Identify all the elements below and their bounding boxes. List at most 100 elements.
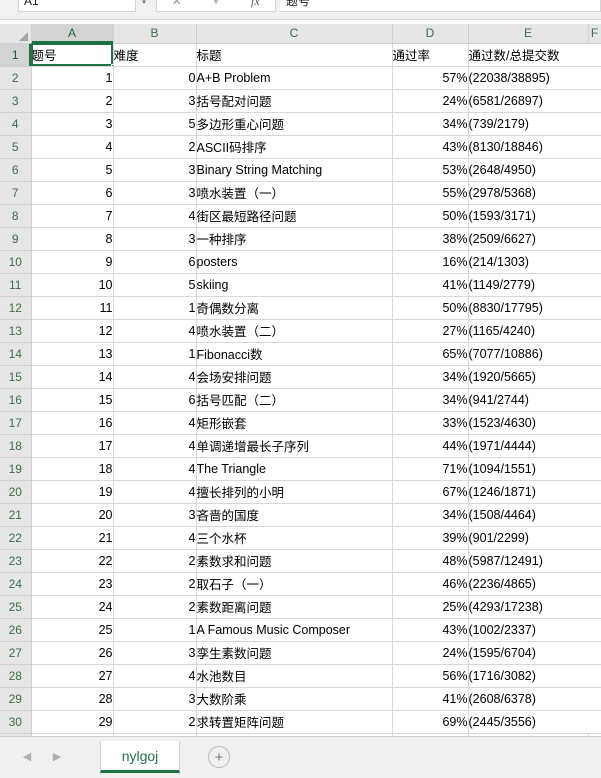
row-header-30[interactable]: 30: [0, 710, 32, 734]
cell-D10[interactable]: 16%: [392, 250, 469, 274]
row-header-18[interactable]: 18: [0, 434, 32, 458]
column-header-f[interactable]: F: [588, 24, 601, 44]
cell-C14[interactable]: Fibonacci数: [196, 342, 393, 366]
cell-C22[interactable]: 三个水杯: [196, 526, 393, 550]
cell-B26[interactable]: 1: [113, 618, 197, 642]
cell-E11[interactable]: (1149/2779): [468, 273, 588, 297]
cell-D16[interactable]: 34%: [392, 388, 469, 412]
cell-B16[interactable]: 6: [113, 388, 197, 412]
fill-handle[interactable]: [110, 63, 112, 65]
cell-B20[interactable]: 4: [113, 480, 197, 504]
cell-A15[interactable]: 14: [31, 365, 114, 389]
accept-formula-icon[interactable]: ▾: [196, 0, 235, 11]
row-header-23[interactable]: 23: [0, 549, 32, 573]
cell-B5[interactable]: 2: [113, 135, 197, 159]
cell-A19[interactable]: 18: [31, 457, 114, 481]
cell-B8[interactable]: 4: [113, 204, 197, 228]
cell-D22[interactable]: 39%: [392, 526, 469, 550]
cell-E3[interactable]: (6581/26897): [468, 89, 588, 113]
cancel-formula-icon[interactable]: ✕: [157, 0, 196, 11]
cell-D8[interactable]: 50%: [392, 204, 469, 228]
row-header-29[interactable]: 29: [0, 687, 32, 711]
cell-D6[interactable]: 53%: [392, 158, 469, 182]
cell-E13[interactable]: (1165/4240): [468, 319, 588, 343]
cell-B15[interactable]: 4: [113, 365, 197, 389]
cell-D12[interactable]: 50%: [392, 296, 469, 320]
cell-E14[interactable]: (7077/10886): [468, 342, 588, 366]
cell-D3[interactable]: 24%: [392, 89, 469, 113]
cell-C26[interactable]: A Famous Music Composer: [196, 618, 393, 642]
cell-A20[interactable]: 19: [31, 480, 114, 504]
cell-F18[interactable]: [588, 434, 601, 458]
cell-A9[interactable]: 8: [31, 227, 114, 251]
cell-A7[interactable]: 6: [31, 181, 114, 205]
next-sheet-icon[interactable]: ▶: [50, 747, 64, 765]
column-header-e[interactable]: E: [468, 24, 589, 44]
cell-E18[interactable]: (1971/4444): [468, 434, 588, 458]
cell-E5[interactable]: (8130/18846): [468, 135, 588, 159]
cell-D30[interactable]: 69%: [392, 710, 469, 734]
cell-D25[interactable]: 25%: [392, 595, 469, 619]
select-all-corner[interactable]: [0, 24, 32, 44]
cell-D15[interactable]: 34%: [392, 365, 469, 389]
cell-A11[interactable]: 10: [31, 273, 114, 297]
column-header-b[interactable]: B: [113, 24, 197, 44]
cell-B25[interactable]: 2: [113, 595, 197, 619]
cell-C9[interactable]: 一种排序: [196, 227, 393, 251]
row-header-15[interactable]: 15: [0, 365, 32, 389]
cell-A6[interactable]: 5: [31, 158, 114, 182]
cell-D28[interactable]: 56%: [392, 664, 469, 688]
cell-F5[interactable]: [588, 135, 601, 159]
cell-A18[interactable]: 17: [31, 434, 114, 458]
column-header-d[interactable]: D: [392, 24, 469, 44]
cell-A13[interactable]: 12: [31, 319, 114, 343]
spreadsheet-grid[interactable]: A B C D E F 1 题号 难度 标题 通过率 通过数/总提交数 210A…: [0, 24, 601, 736]
cell-E27[interactable]: (1595/6704): [468, 641, 588, 665]
cell-F29[interactable]: [588, 687, 601, 711]
cell-A30[interactable]: 29: [31, 710, 114, 734]
row-header-21[interactable]: 21: [0, 503, 32, 527]
cell-E2[interactable]: (22038/38895): [468, 66, 588, 90]
cell-A25[interactable]: 24: [31, 595, 114, 619]
cell-A29[interactable]: 28: [31, 687, 114, 711]
cell-E4[interactable]: (739/2179): [468, 112, 588, 136]
cell-F1[interactable]: [588, 43, 601, 67]
row-header-24[interactable]: 24: [0, 572, 32, 596]
cell-C6[interactable]: Binary String Matching: [196, 158, 393, 182]
cell-F12[interactable]: [588, 296, 601, 320]
cell-B6[interactable]: 3: [113, 158, 197, 182]
cell-F19[interactable]: [588, 457, 601, 481]
cell-E7[interactable]: (2978/5368): [468, 181, 588, 205]
cell-C28[interactable]: 水池数目: [196, 664, 393, 688]
cell-E24[interactable]: (2236/4865): [468, 572, 588, 596]
cell-D5[interactable]: 43%: [392, 135, 469, 159]
cell-C25[interactable]: 素数距离问题: [196, 595, 393, 619]
cell-C30[interactable]: 求转置矩阵问题: [196, 710, 393, 734]
cell-E16[interactable]: (941/2744): [468, 388, 588, 412]
cell-C23[interactable]: 素数求和问题: [196, 549, 393, 573]
cell-C18[interactable]: 单调递增最长子序列: [196, 434, 393, 458]
cell-B9[interactable]: 3: [113, 227, 197, 251]
row-header-22[interactable]: 22: [0, 526, 32, 550]
cell-F22[interactable]: [588, 526, 601, 550]
row-header-2[interactable]: 2: [0, 66, 32, 90]
cell-E6[interactable]: (2648/4950): [468, 158, 588, 182]
cell-C17[interactable]: 矩形嵌套: [196, 411, 393, 435]
cell-F23[interactable]: [588, 549, 601, 573]
cell-B2[interactable]: 0: [113, 66, 197, 90]
cell-B3[interactable]: 3: [113, 89, 197, 113]
cell-F6[interactable]: [588, 158, 601, 182]
cell-C7[interactable]: 喷水装置（一）: [196, 181, 393, 205]
row-header-11[interactable]: 11: [0, 273, 32, 297]
row-header-20[interactable]: 20: [0, 480, 32, 504]
cell-E20[interactable]: (1246/1871): [468, 480, 588, 504]
prev-sheet-icon[interactable]: ◀: [20, 747, 34, 765]
cell-B29[interactable]: 3: [113, 687, 197, 711]
row-header-14[interactable]: 14: [0, 342, 32, 366]
cell-C24[interactable]: 取石子（一）: [196, 572, 393, 596]
row-header-5[interactable]: 5: [0, 135, 32, 159]
row-header-25[interactable]: 25: [0, 595, 32, 619]
row-header-1[interactable]: 1: [0, 43, 32, 67]
cell-B30[interactable]: 2: [113, 710, 197, 734]
cell-B24[interactable]: 2: [113, 572, 197, 596]
